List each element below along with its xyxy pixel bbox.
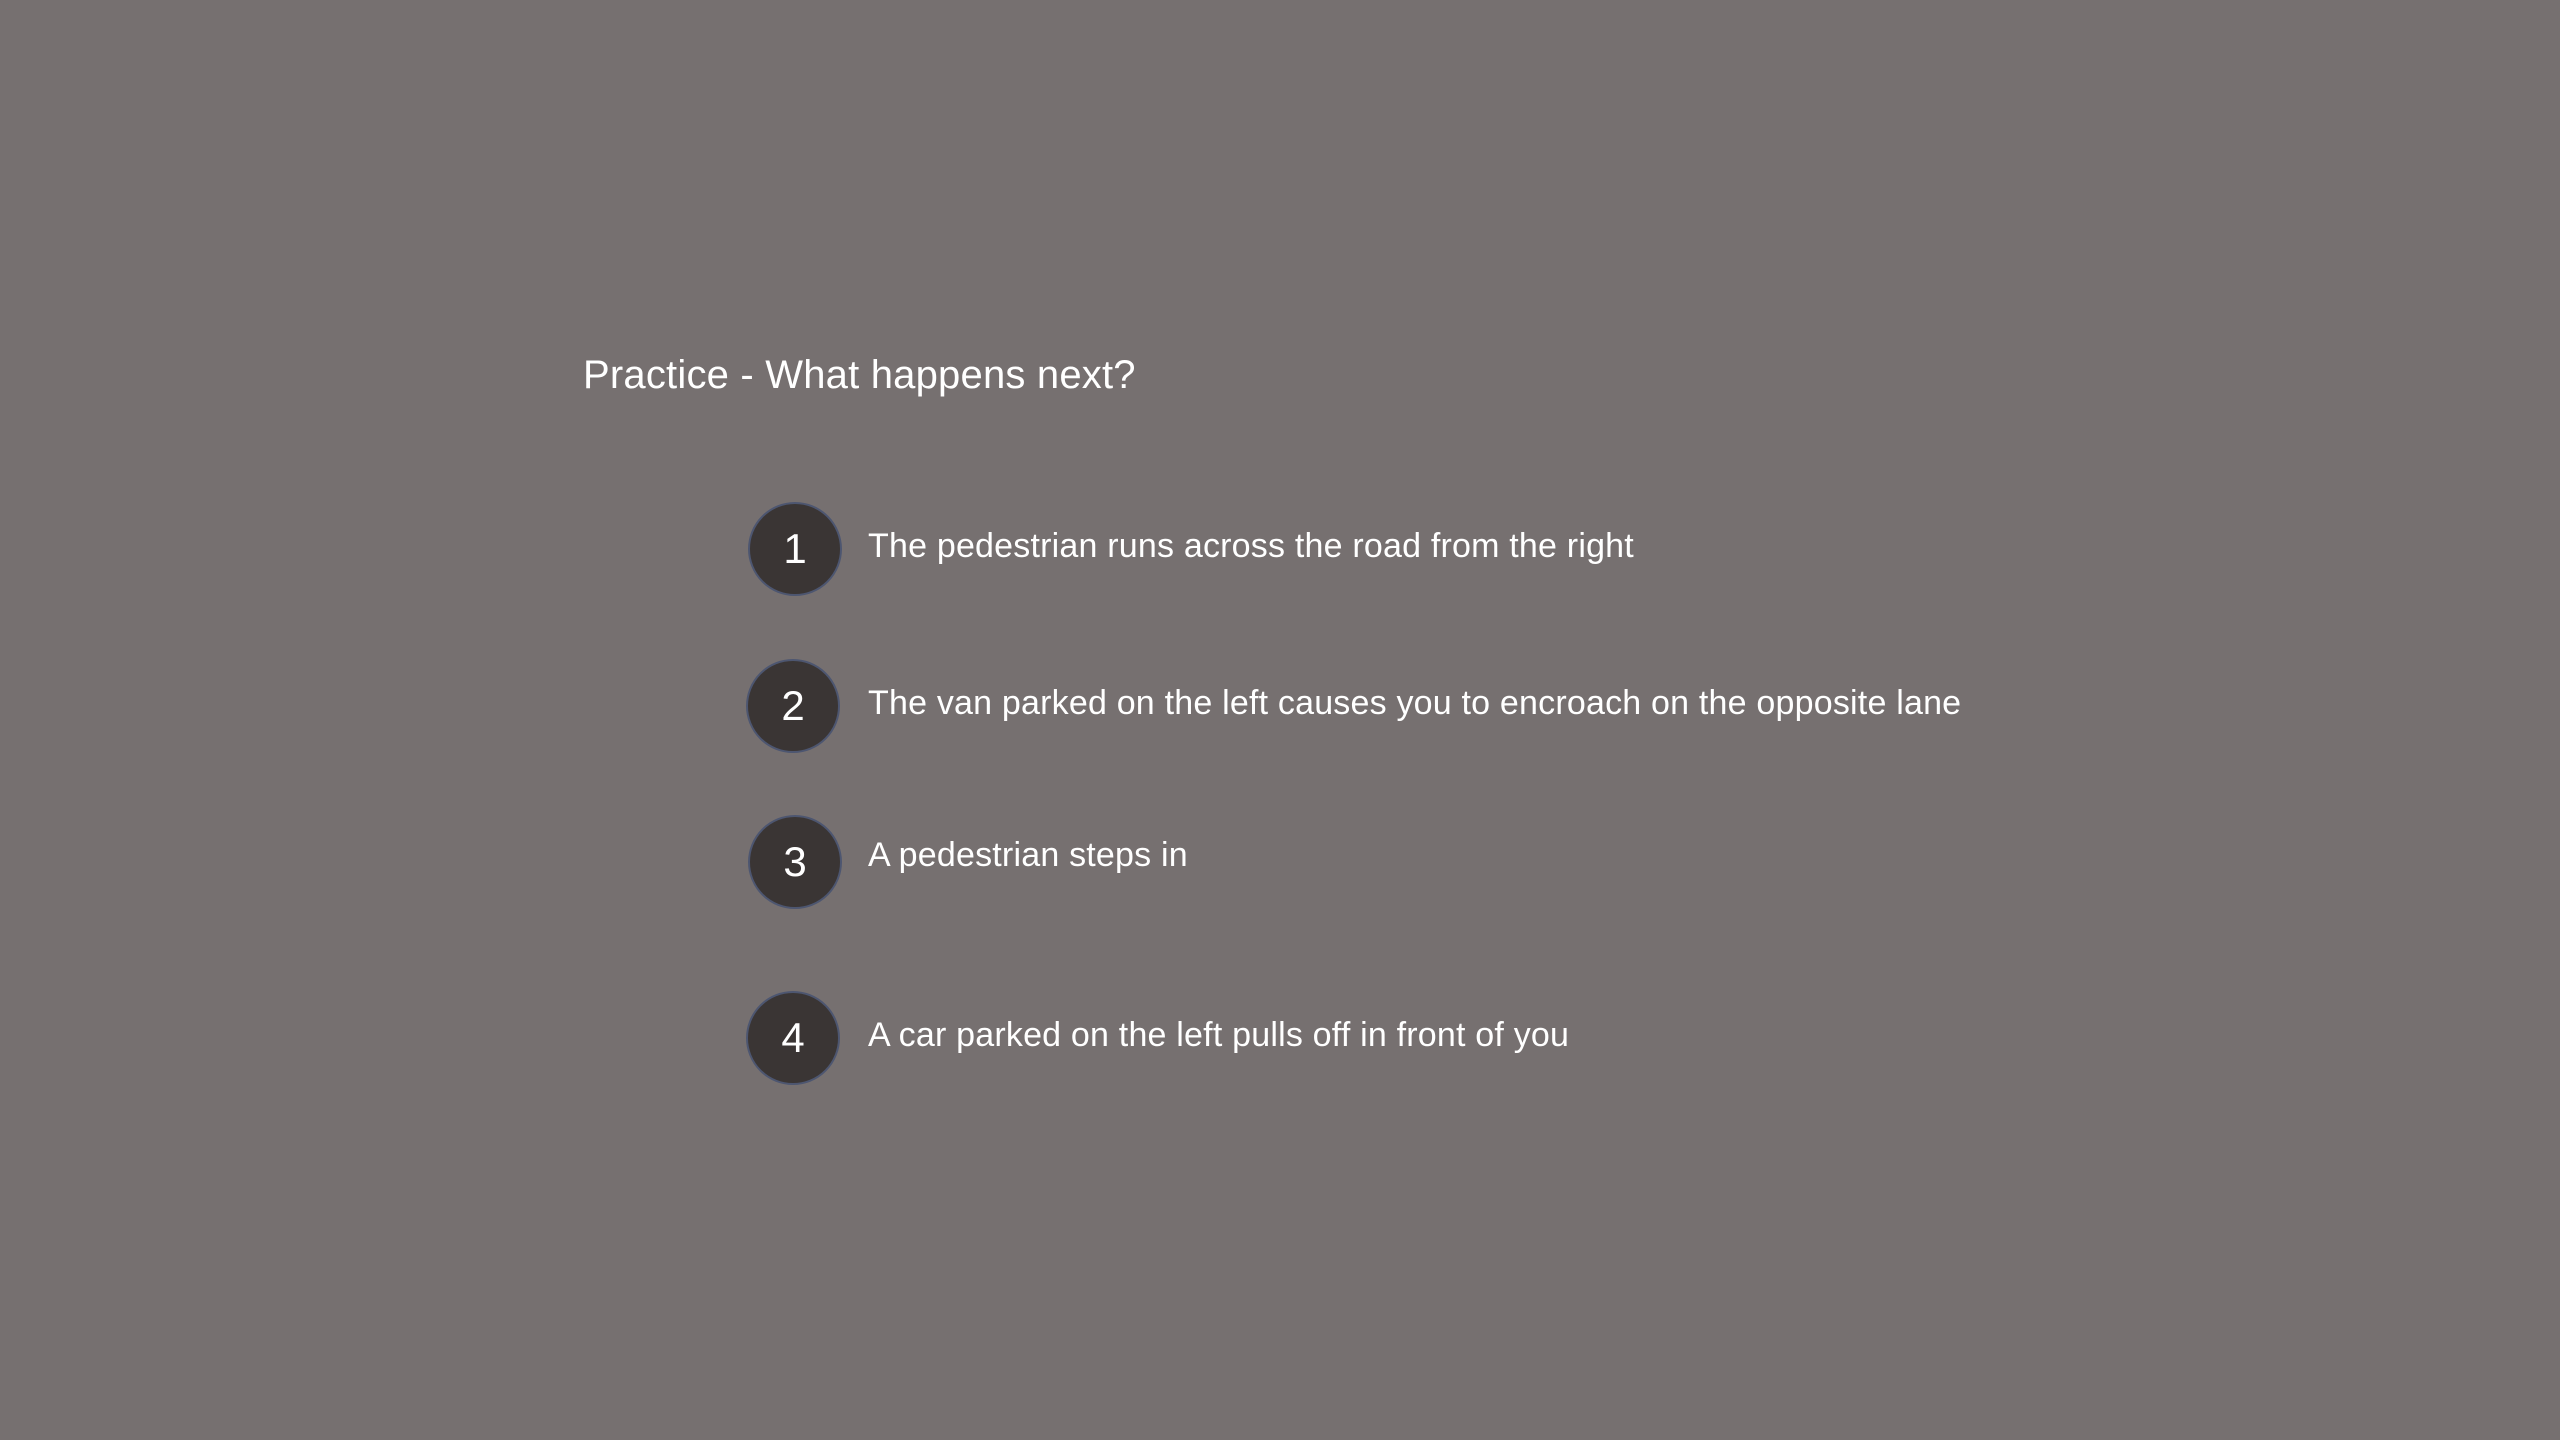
answer-option-1[interactable]: 1 The pedestrian runs across the road fr… — [746, 502, 2246, 602]
option-label: A car parked on the left pulls off in fr… — [868, 1016, 1570, 1054]
option-label: The van parked on the left causes you to… — [868, 684, 1962, 722]
option-number-badge[interactable]: 1 — [748, 502, 842, 596]
slide-canvas: Practice - What happens next? 1 The pede… — [0, 0, 2560, 1440]
answer-option-3[interactable]: 3 A pedestrian steps in — [746, 815, 2246, 915]
page-title: Practice - What happens next? — [583, 353, 1136, 397]
option-label: A pedestrian steps in — [868, 836, 1188, 874]
option-number-badge[interactable]: 4 — [746, 991, 840, 1085]
option-number-badge[interactable]: 3 — [748, 815, 842, 909]
answer-option-4[interactable]: 4 A car parked on the left pulls off in … — [746, 991, 2246, 1091]
option-label: The pedestrian runs across the road from… — [868, 527, 1634, 565]
option-number-badge[interactable]: 2 — [746, 659, 840, 753]
answer-option-2[interactable]: 2 The van parked on the left causes you … — [746, 659, 2246, 759]
